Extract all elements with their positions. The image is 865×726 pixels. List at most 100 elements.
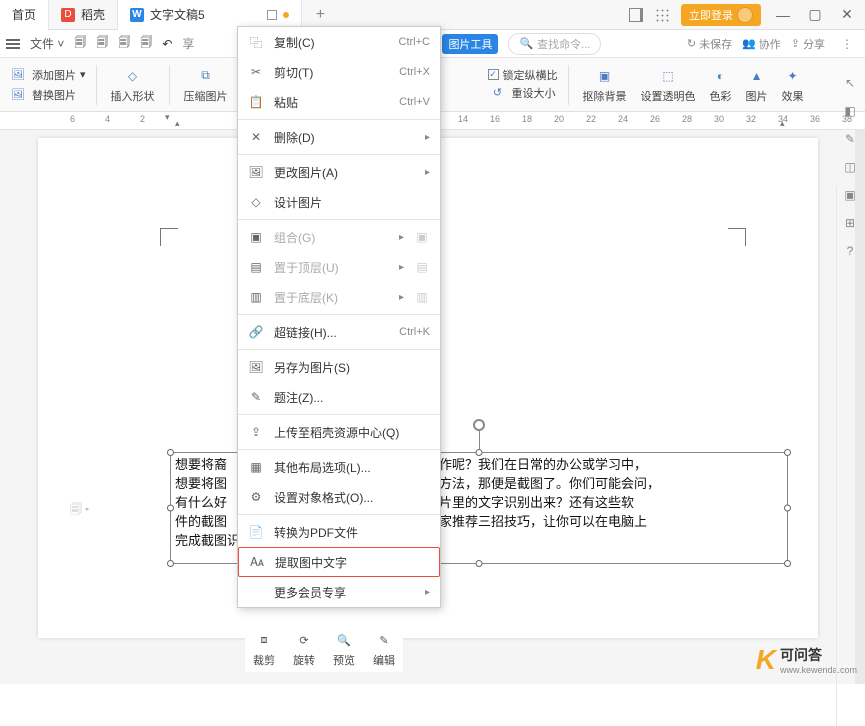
ctx-cut[interactable]: ✂剪切(T)Ctrl+X	[238, 57, 440, 87]
more-menu-icon[interactable]: ⋮	[835, 37, 859, 51]
ocr-icon: 🗛	[249, 555, 265, 570]
ctx-extract-text[interactable]: 🗛提取图中文字	[238, 547, 440, 577]
edit-button[interactable]: ✎编辑	[373, 630, 395, 668]
add-picture-button[interactable]: 🖼添加图片 ▾	[8, 65, 86, 85]
toolbar-ico-3[interactable]: 🗐	[118, 33, 130, 54]
ctx-caption[interactable]: ✎题注(Z)...	[238, 382, 440, 412]
split-view-icon[interactable]	[629, 8, 643, 22]
minimize-button[interactable]: —	[773, 7, 793, 23]
picture-preset-button[interactable]: ▲图片	[742, 66, 772, 104]
resize-handle[interactable]	[784, 505, 791, 512]
picture-tools-tab[interactable]: 图片工具	[442, 34, 498, 54]
ribbon-left-group: 🖼添加图片 ▾ 🖼替换图片	[8, 65, 86, 105]
ctx-to-pdf[interactable]: 📄转换为PDF文件	[238, 517, 440, 547]
check-icon: ✓	[488, 69, 499, 80]
tab-docker[interactable]: D稻壳	[49, 0, 118, 30]
apps-grid-icon[interactable]	[655, 8, 669, 22]
ruler-tick: 28	[682, 114, 692, 124]
docker-icon: D	[61, 8, 75, 22]
ctx-send-back: ▥置于底层(K)▸▥	[238, 282, 440, 312]
ctx-format-obj[interactable]: ⚙设置对象格式(O)...	[238, 482, 440, 512]
crop-button[interactable]: ⧈裁剪	[253, 630, 275, 668]
ctx-copy[interactable]: ⿻复制(C)Ctrl+C	[238, 27, 440, 57]
side-pane-1[interactable]: ◧	[844, 104, 855, 118]
share-button[interactable]: ⇪ 分享	[791, 36, 825, 52]
search-placeholder: 查找命令...	[537, 36, 590, 52]
search-icon: 🔍	[519, 37, 533, 50]
ctx-layout-opts[interactable]: ▦其他布局选项(L)...	[238, 452, 440, 482]
page-indicator-icon[interactable]: 🗐 ▸	[70, 500, 90, 521]
size-group: ✓锁定纵横比 ↺重设大小	[488, 67, 558, 103]
color-button[interactable]: ◐色彩	[706, 66, 736, 104]
ruler-right-marker[interactable]: ▴	[780, 118, 785, 129]
close-button[interactable]: ✕	[837, 6, 857, 23]
ctx-paste[interactable]: 📋粘贴Ctrl+V	[238, 87, 440, 117]
side-pane-2[interactable]: ✎	[845, 132, 855, 146]
resize-handle[interactable]	[784, 449, 791, 456]
new-tab-button[interactable]: +	[302, 6, 339, 24]
cursor-icon[interactable]: ↖	[845, 76, 855, 90]
side-pane-3[interactable]: ◫	[844, 160, 855, 174]
tab-window-icon[interactable]	[267, 10, 277, 20]
ruler-tick: 36	[810, 114, 820, 124]
image-icon: 🖼	[8, 65, 28, 85]
logo-k-icon: K	[756, 644, 776, 676]
unsaved-dot-icon	[283, 12, 289, 18]
change-pic-icon: 🖼	[248, 165, 264, 179]
side-pane-5[interactable]: ⊞	[845, 216, 855, 230]
effect-button[interactable]: ✦效果	[778, 66, 808, 104]
group-side-icon: ▣	[414, 230, 430, 244]
ctx-save-as-pic[interactable]: 🖼另存为图片(S)	[238, 352, 440, 382]
zoom-icon: 🔍	[334, 630, 354, 650]
toolbar-ico-2[interactable]: 🗐	[96, 33, 108, 54]
rotation-handle[interactable]	[473, 419, 485, 431]
context-menu: ⿻复制(C)Ctrl+C ✂剪切(T)Ctrl+X 📋粘贴Ctrl+V ✕删除(…	[237, 26, 441, 608]
ctx-upload[interactable]: ⇪上传至稻壳资源中心(Q)	[238, 417, 440, 447]
resize-handle[interactable]	[167, 449, 174, 456]
toolbar-ico-4[interactable]: 🗐	[140, 33, 152, 54]
login-button[interactable]: 立即登录	[681, 4, 761, 26]
lock-ratio-checkbox[interactable]: ✓锁定纵横比	[488, 67, 558, 83]
copy-icon: ⿻	[248, 34, 264, 51]
resize-handle[interactable]	[167, 505, 174, 512]
remove-bg-icon: ▣	[595, 66, 615, 86]
rotate-mini-button[interactable]: ⟳旋转	[293, 630, 315, 668]
ruler-indent-marker[interactable]: ▾	[165, 112, 170, 123]
ctx-more-vip[interactable]: 更多会员专享▸	[238, 577, 440, 607]
ruler-indent-marker[interactable]: ▴	[175, 118, 180, 129]
preview-button[interactable]: 🔍预览	[333, 630, 355, 668]
file-menu[interactable]: 文件 ˅	[30, 35, 64, 52]
save-status[interactable]: ↻ 未保存	[687, 36, 732, 52]
side-pane-4[interactable]: ▣	[844, 188, 855, 202]
resize-handle[interactable]	[476, 560, 483, 567]
replace-icon: 🖼	[8, 85, 28, 105]
ctx-delete[interactable]: ✕删除(D)▸	[238, 122, 440, 152]
resize-handle[interactable]	[167, 560, 174, 567]
resize-handle[interactable]	[476, 449, 483, 456]
tab-home[interactable]: 首页	[0, 0, 49, 30]
command-search[interactable]: 🔍 查找命令...	[508, 33, 601, 55]
layout-icon: ▦	[248, 460, 264, 474]
insert-shape-button[interactable]: ◇插入形状	[107, 66, 159, 104]
menu-cut[interactable]: 享	[182, 35, 194, 52]
coop-button[interactable]: 👥 协作	[742, 36, 781, 52]
toolbar-ico-1[interactable]: 🗐	[74, 33, 86, 54]
set-trans-button[interactable]: ⬚设置透明色	[637, 66, 700, 104]
chevron-right-icon: ▸	[425, 132, 430, 143]
side-help-icon[interactable]: ?	[847, 244, 854, 258]
maximize-button[interactable]: ▢	[805, 6, 825, 23]
ctx-change-pic[interactable]: 🖼更改图片(A)▸	[238, 157, 440, 187]
compress-picture-button[interactable]: ⧉压缩图片	[180, 66, 232, 104]
toolbar-ico-5[interactable]: ↶	[162, 37, 172, 51]
side-panel: ↖ ◧ ✎ ◫ ▣ ⊞ ?	[837, 58, 863, 258]
ctx-design-pic[interactable]: ◇设计图片	[238, 187, 440, 217]
menu-icon[interactable]	[6, 43, 20, 45]
replace-picture-button[interactable]: 🖼替换图片	[8, 85, 86, 105]
remove-bg-button[interactable]: ▣抠除背景	[579, 66, 631, 104]
resize-handle[interactable]	[784, 560, 791, 567]
ruler-tick: 2	[140, 114, 145, 124]
reset-size-button[interactable]: ↺重设大小	[488, 83, 558, 103]
ctx-hyperlink[interactable]: 🔗超链接(H)...Ctrl+K	[238, 317, 440, 347]
pdf-icon: 📄	[248, 525, 264, 539]
color-icon: ◐	[711, 66, 731, 86]
